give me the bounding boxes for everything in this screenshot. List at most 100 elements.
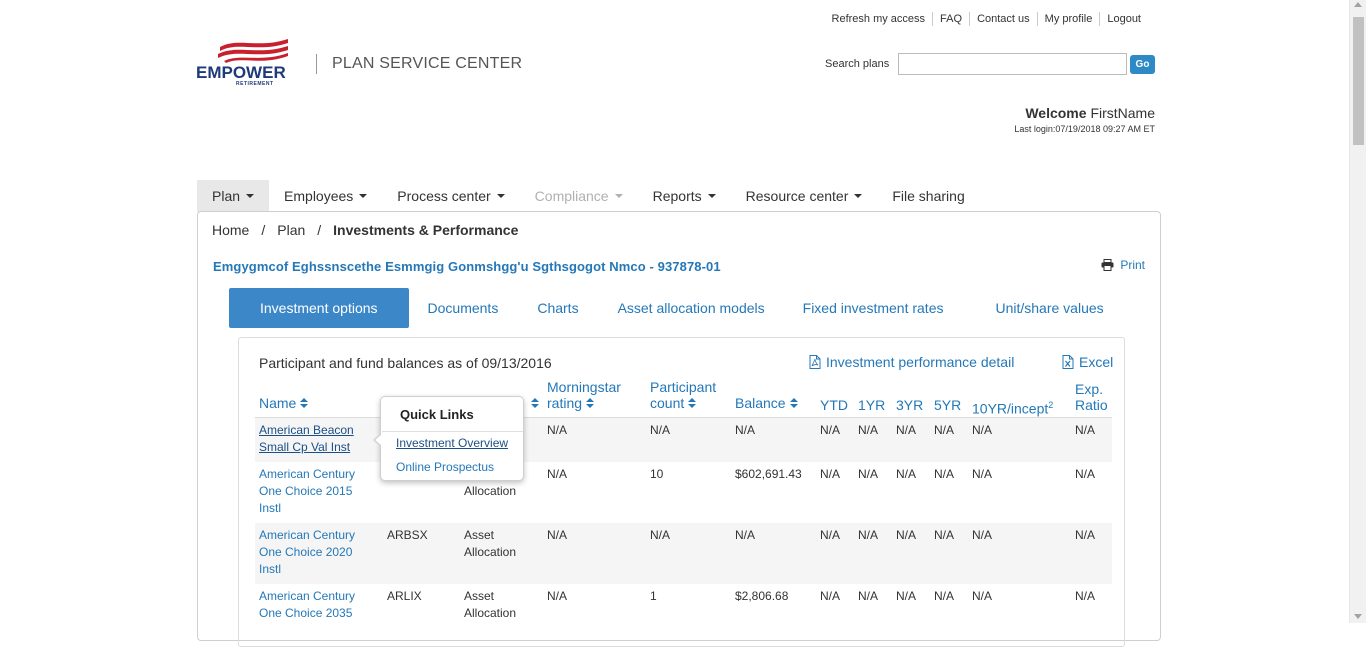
sort-icon (586, 398, 595, 409)
fund-name-link[interactable]: American Beacon Small Cp Val Inst (259, 422, 354, 456)
scrollbar-thumb[interactable] (1353, 17, 1364, 145)
utility-links: Refresh my access FAQ Contact us My prof… (825, 12, 1148, 26)
10yr-cell: N/A (972, 528, 993, 542)
5yr-cell: N/A (934, 467, 955, 481)
caret-down-icon (854, 194, 863, 198)
pdf-file-icon (809, 355, 821, 369)
category-line: Allocation (464, 606, 517, 620)
nav-item-employees[interactable]: Employees (269, 180, 382, 212)
investment-overview-link[interactable]: Investment Overview (396, 436, 508, 450)
caret-down-icon (246, 194, 255, 198)
category-line: Allocation (464, 545, 517, 559)
ytd-cell: N/A (820, 589, 841, 603)
column-header-10yr-incept[interactable]: 10YR/incept2 (972, 397, 1053, 417)
column-header-label: Morningstar (547, 379, 621, 395)
welcome-label: Welcome (1025, 105, 1087, 121)
sort-icon (789, 398, 798, 409)
fund-name-link[interactable]: American Century One Choice 2015 Instl (259, 466, 355, 517)
faq-link[interactable]: FAQ (932, 12, 969, 26)
10yr-cell: N/A (972, 467, 993, 481)
fund-name-link[interactable]: American Century One Choice 2035 (259, 588, 355, 622)
tab-investment-options[interactable]: Investment options (229, 288, 409, 328)
column-header-balance[interactable]: Balance (735, 395, 798, 411)
balance-cell: N/A (735, 423, 756, 437)
3yr-cell: N/A (896, 423, 917, 437)
plan-name: Emgygmcof Eghssnscethe Esmmgig Gonmshgg'… (213, 259, 721, 274)
contact-us-link[interactable]: Contact us (969, 12, 1037, 26)
breadcrumb-separator: / (261, 222, 266, 238)
tab-charts[interactable]: Charts (537, 288, 578, 328)
tab-unit-share-values[interactable]: Unit/share values (995, 288, 1103, 328)
balance-cell: $2,806.68 (735, 589, 789, 603)
nav-item-label: File sharing (892, 188, 965, 204)
breadcrumb-plan[interactable]: Plan (277, 222, 305, 238)
ticker-cell: ARBSX (387, 528, 428, 542)
search-go-button[interactable]: Go (1130, 55, 1155, 74)
sort-icon (300, 398, 309, 409)
investment-performance-detail-link[interactable]: Investment performance detail (809, 354, 1014, 370)
breadcrumb-home[interactable]: Home (212, 222, 249, 238)
expense-ratio-cell: N/A (1075, 467, 1096, 481)
table-row: American Century One Choice 2035 ARLIX As… (255, 584, 1112, 645)
fund-name-line: One Choice 2020 (259, 545, 353, 559)
nav-item-reports[interactable]: Reports (638, 180, 731, 212)
vertical-scrollbar[interactable] (1349, 0, 1366, 623)
column-header-5yr[interactable]: 5YR (934, 397, 961, 413)
ticker-cell: ARLIX (387, 589, 422, 603)
5yr-cell: N/A (934, 528, 955, 542)
nav-item-process-center[interactable]: Process center (382, 180, 519, 212)
1yr-cell: N/A (858, 589, 879, 603)
column-header-morningstar[interactable]: Morningstar rating (547, 379, 621, 411)
fund-name-line: American Beacon (259, 423, 354, 437)
column-header-3yr[interactable]: 3YR (896, 397, 923, 413)
welcome-user-name: FirstName (1090, 105, 1155, 121)
column-header-expense-ratio[interactable]: Exp. Ratio (1075, 381, 1108, 413)
online-prospectus-link[interactable]: Online Prospectus (396, 460, 494, 474)
nav-item-plan[interactable]: Plan (197, 180, 270, 212)
column-header-category-sort[interactable] (527, 395, 539, 411)
tab-fixed-investment-rates[interactable]: Fixed investment rates (803, 288, 944, 328)
participant-count-cell: N/A (650, 423, 671, 437)
nav-item-label: Plan (212, 188, 241, 204)
my-profile-link[interactable]: My profile (1036, 12, 1100, 26)
flag-stripes-icon (218, 39, 288, 63)
nav-item-label: Compliance (534, 188, 609, 204)
scroll-down-icon[interactable] (1354, 614, 1362, 619)
category-cell: Asset Allocation (464, 588, 516, 622)
tab-documents[interactable]: Documents (428, 288, 499, 328)
fund-name-line: American Century (259, 528, 356, 542)
3yr-cell: N/A (896, 467, 917, 481)
tab-asset-allocation-models[interactable]: Asset allocation models (618, 288, 765, 328)
nav-item-file-sharing[interactable]: File sharing (877, 180, 979, 212)
column-header-name[interactable]: Name (259, 395, 309, 411)
print-button[interactable]: Print (1101, 258, 1145, 272)
excel-file-icon (1062, 355, 1074, 369)
5yr-cell: N/A (934, 423, 955, 437)
excel-export-link[interactable]: Excel (1062, 354, 1113, 370)
nav-item-label: Reports (652, 188, 702, 204)
column-header-label: count (650, 395, 685, 411)
column-header-ytd[interactable]: YTD (820, 397, 848, 413)
refresh-access-link[interactable]: Refresh my access (825, 12, 933, 26)
logout-link[interactable]: Logout (1099, 12, 1148, 26)
last-login-text: Last login:07/19/2018 09:27 AM ET (1014, 124, 1155, 134)
category-line: Asset (464, 589, 495, 603)
search-plans-input[interactable] (898, 53, 1127, 75)
header-divider (316, 54, 317, 74)
fund-name-line: Instl (259, 501, 282, 515)
column-header-label: Participant (650, 379, 717, 395)
column-header-label: Name (259, 395, 297, 411)
nav-item-label: Process center (397, 188, 491, 204)
expense-ratio-cell: N/A (1075, 423, 1096, 437)
column-header-participant-count[interactable]: Participant count (650, 379, 716, 411)
nav-item-resource-center[interactable]: Resource center (731, 180, 878, 212)
fund-name-line: American Century (259, 589, 356, 603)
fund-name-link[interactable]: American Century One Choice 2020 Instl (259, 527, 355, 578)
print-label: Print (1120, 258, 1145, 272)
caret-down-icon (614, 194, 623, 198)
participant-count-cell: N/A (650, 528, 671, 542)
empower-logo[interactable]: EMPOWER RETIREMENT (196, 37, 292, 89)
scroll-up-icon[interactable] (1354, 2, 1362, 7)
1yr-cell: N/A (858, 467, 879, 481)
column-header-1yr[interactable]: 1YR (858, 397, 885, 413)
